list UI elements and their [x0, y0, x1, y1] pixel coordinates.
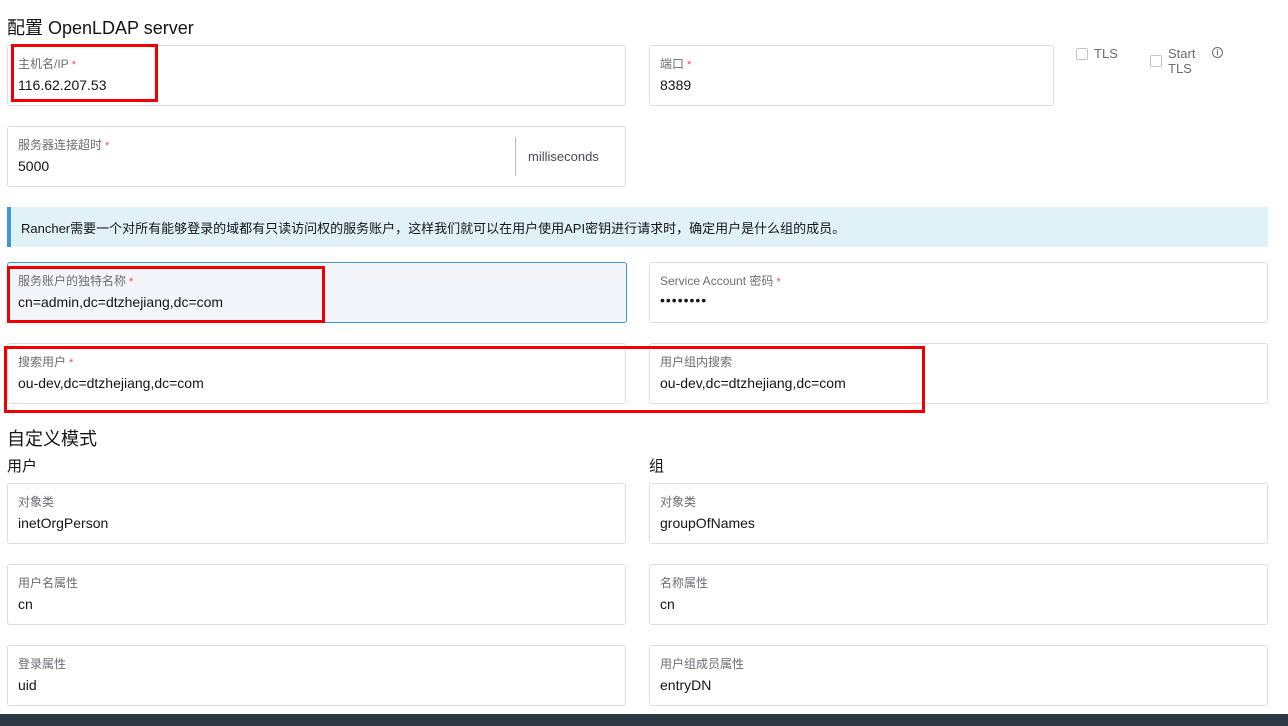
- user-name-attribute-input[interactable]: cn: [18, 596, 33, 612]
- group-member-attribute-field[interactable]: 用户组成员属性 entryDN: [649, 645, 1268, 706]
- user-search-base-input[interactable]: ou-dev,dc=dtzhejiang,dc=com: [18, 375, 204, 391]
- user-object-class-field[interactable]: 对象类 inetOrgPerson: [7, 483, 626, 544]
- start-tls-checkbox[interactable]: Start TLS: [1150, 46, 1195, 76]
- group-search-base-field[interactable]: 用户组内搜索 ou-dev,dc=dtzhejiang,dc=com: [649, 343, 1268, 404]
- start-tls-checkbox-box[interactable]: [1150, 55, 1162, 67]
- info-icon[interactable]: i: [1212, 47, 1223, 58]
- user-name-attribute-label: 用户名属性: [18, 576, 79, 590]
- group-object-class-field[interactable]: 对象类 groupOfNames: [649, 483, 1268, 544]
- timeout-unit-suffix: milliseconds: [515, 137, 625, 176]
- group-object-class-label: 对象类: [660, 495, 697, 509]
- service-account-dn-input[interactable]: cn=admin,dc=dtzhejiang,dc=com: [18, 294, 223, 310]
- group-schema-heading: 组: [649, 458, 665, 475]
- user-object-class-input[interactable]: inetOrgPerson: [18, 515, 108, 531]
- service-account-password-label: Service Account 密码 *: [660, 274, 781, 288]
- group-member-attribute-label: 用户组成员属性: [660, 657, 745, 671]
- service-account-dn-label: 服务账户的独特名称 *: [18, 274, 134, 288]
- user-schema-heading: 用户: [7, 458, 38, 475]
- banner-text: Rancher需要一个对所有能够登录的域都有只读访问权的服务账户，这样我们就可以…: [21, 220, 846, 236]
- host-input[interactable]: 116.62.207.53: [18, 77, 107, 93]
- footer-bar: [0, 714, 1288, 726]
- service-account-password-field[interactable]: Service Account 密码 * ••••••••: [649, 262, 1268, 323]
- host-label: 主机名/IP *: [18, 57, 76, 71]
- group-search-base-label: 用户组内搜索: [660, 355, 733, 369]
- group-member-attribute-input[interactable]: entryDN: [660, 677, 711, 693]
- user-object-class-label: 对象类: [18, 495, 55, 509]
- user-login-attribute-input[interactable]: uid: [18, 677, 37, 693]
- service-account-password-input[interactable]: ••••••••: [660, 292, 707, 308]
- user-login-attribute-label: 登录属性: [18, 657, 67, 671]
- group-name-attribute-input[interactable]: cn: [660, 596, 675, 612]
- group-name-attribute-field[interactable]: 名称属性 cn: [649, 564, 1268, 625]
- tls-checkbox[interactable]: TLS: [1076, 46, 1118, 61]
- start-tls-label: Start TLS: [1168, 46, 1196, 76]
- user-search-base-field[interactable]: 搜索用户 * ou-dev,dc=dtzhejiang,dc=com: [7, 343, 626, 404]
- user-name-attribute-field[interactable]: 用户名属性 cn: [7, 564, 626, 625]
- user-login-attribute-field[interactable]: 登录属性 uid: [7, 645, 626, 706]
- port-label: 端口 *: [660, 57, 692, 71]
- port-field[interactable]: 端口 * 8389: [649, 45, 1054, 106]
- group-object-class-input[interactable]: groupOfNames: [660, 515, 755, 531]
- timeout-input[interactable]: 5000: [18, 158, 49, 174]
- port-input[interactable]: 8389: [660, 77, 691, 93]
- timeout-field[interactable]: 服务器连接超时 * 5000 milliseconds: [7, 126, 626, 187]
- page-title: 配置 OpenLDAP server: [7, 18, 194, 38]
- service-account-dn-field[interactable]: 服务账户的独特名称 * cn=admin,dc=dtzhejiang,dc=com: [7, 262, 627, 323]
- service-account-info-banner: Rancher需要一个对所有能够登录的域都有只读访问权的服务账户，这样我们就可以…: [7, 207, 1268, 247]
- user-search-base-label: 搜索用户 *: [18, 355, 74, 369]
- group-name-attribute-label: 名称属性: [660, 576, 709, 590]
- tls-label: TLS: [1094, 46, 1118, 61]
- tls-checkbox-box[interactable]: [1076, 48, 1088, 60]
- group-search-base-input[interactable]: ou-dev,dc=dtzhejiang,dc=com: [660, 375, 846, 391]
- host-field[interactable]: 主机名/IP * 116.62.207.53: [7, 45, 626, 106]
- schema-title: 自定义模式: [7, 429, 97, 449]
- timeout-label: 服务器连接超时 *: [18, 138, 110, 152]
